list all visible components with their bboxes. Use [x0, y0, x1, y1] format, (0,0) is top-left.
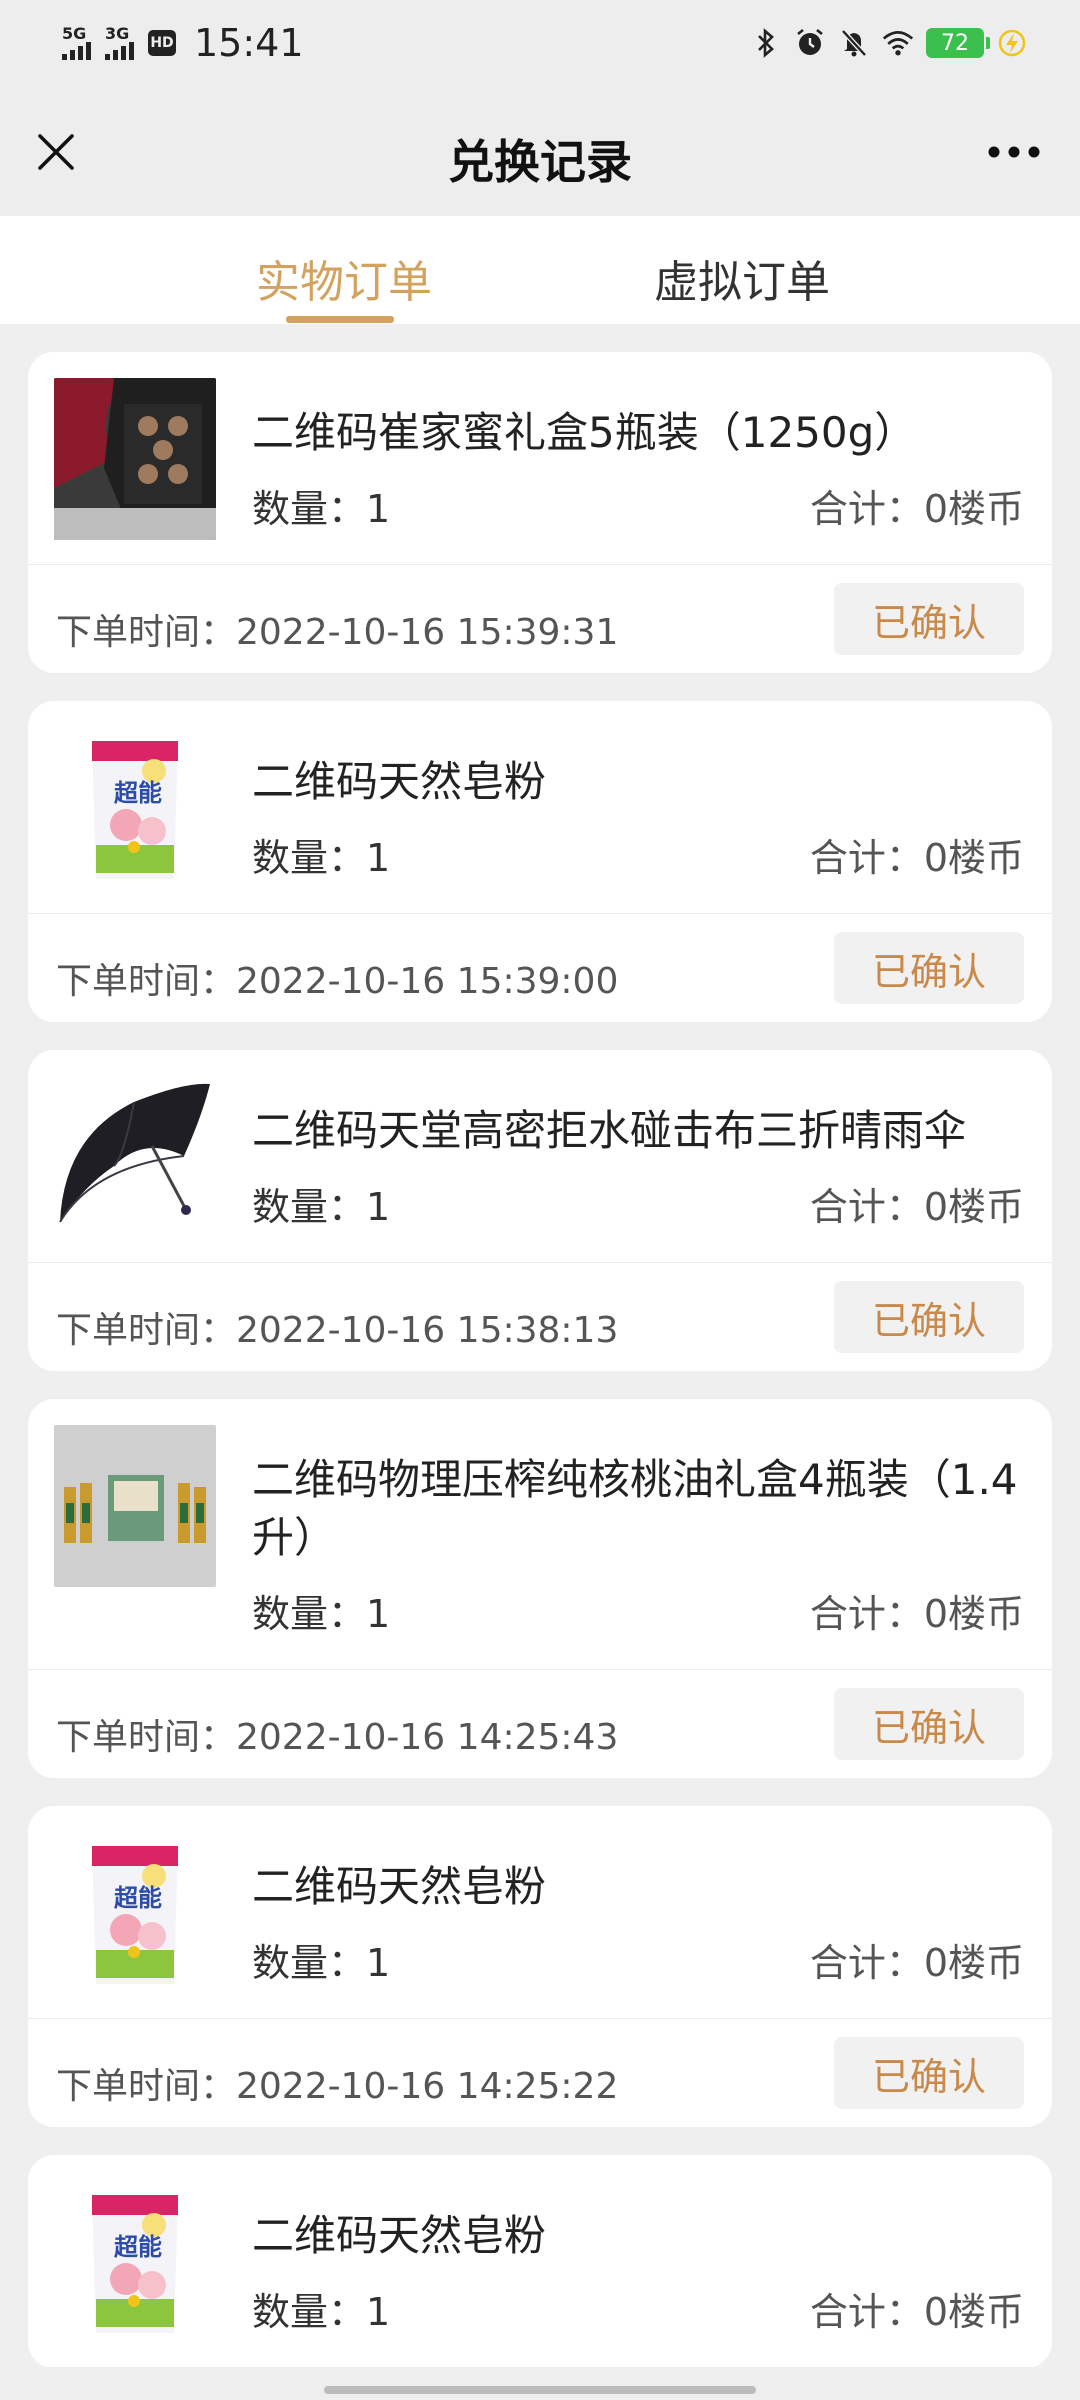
quantity: 数量：1 — [252, 487, 391, 531]
status-time: 15:41 — [194, 21, 304, 65]
page-title: 兑换记录 — [448, 135, 632, 189]
umbrella-image — [54, 1076, 216, 1238]
charging-icon — [996, 26, 1028, 60]
confirmed-button[interactable]: 已确认 — [834, 2037, 1024, 2109]
more-icon[interactable] — [976, 124, 1052, 180]
product-name: 二维码物理压榨纯核桃油礼盒4瓶装（1.4升） — [252, 1455, 1018, 1562]
honey-gift-box-image — [54, 378, 216, 540]
quantity: 数量：1 — [252, 2290, 391, 2334]
status-bar: 5G 3G HD 15:41 72 — [0, 0, 1080, 90]
order-card[interactable]: 二维码天堂高密拒水碰击布三折晴雨伞 数量：1 合计：0楼币 下单时间：2022-… — [28, 1050, 1052, 1371]
order-footer: 下单时间：2022-10-16 15:39:31 已确认 — [28, 565, 1052, 673]
wifi-icon — [882, 26, 914, 60]
walnut-oil-gift-box-image — [54, 1425, 216, 1587]
order-item: 超能 二维码天然皂粉 数量：1 合计：0楼币 — [28, 1806, 1052, 2019]
confirmed-button[interactable]: 已确认 — [834, 1281, 1024, 1353]
quantity: 数量：1 — [252, 1941, 391, 1985]
mute-icon — [838, 26, 870, 60]
order-card[interactable]: 超能 二维码天然皂粉 数量：1 合计：0楼币 下单时间：2022-10-16 1… — [28, 701, 1052, 1022]
total-price: 合计：0楼币 — [809, 836, 1024, 880]
order-footer: 下单时间：2022-10-16 14:25:22 已确认 — [28, 2019, 1052, 2127]
order-time: 下单时间：2022-10-16 15:38:13 — [56, 1310, 619, 1351]
svg-text:超能: 超能 — [114, 2233, 162, 2261]
order-item: 超能 二维码天然皂粉 数量：1 合计：0楼币 — [28, 2155, 1052, 2368]
confirmed-button[interactable]: 已确认 — [834, 1688, 1024, 1760]
order-time: 下单时间：2022-10-16 14:25:22 — [56, 2066, 619, 2107]
navbar: 兑换记录 — [0, 90, 1080, 216]
battery-icon: 72 — [926, 28, 990, 58]
total-price: 合计：0楼币 — [809, 1941, 1024, 1985]
order-footer: 下单时间：2022-10-16 15:39:00 已确认 — [28, 914, 1052, 1022]
order-item: 二维码天堂高密拒水碰击布三折晴雨伞 数量：1 合计：0楼币 — [28, 1050, 1052, 1263]
soap-powder-image: 超能 — [54, 1832, 216, 1994]
quantity: 数量：1 — [252, 1185, 391, 1229]
order-footer: 下单时间：2022-10-16 15:38:13 已确认 — [28, 1263, 1052, 1371]
soap-powder-image: 超能 — [54, 2181, 216, 2343]
hd-icon: HD — [148, 30, 176, 56]
confirmed-button[interactable]: 已确认 — [834, 932, 1024, 1004]
order-card[interactable]: 超能 二维码天然皂粉 数量：1 合计：0楼币 下单时间：2022-10-16 1… — [28, 1806, 1052, 2127]
total-price: 合计：0楼币 — [809, 2290, 1024, 2334]
bluetooth-icon — [750, 26, 782, 60]
confirmed-button[interactable]: 已确认 — [834, 583, 1024, 655]
order-card[interactable]: 二维码物理压榨纯核桃油礼盒4瓶装（1.4升） 数量：1 合计：0楼币 下单时间：… — [28, 1399, 1052, 1778]
total-price: 合计：0楼币 — [809, 1592, 1024, 1636]
svg-text:超能: 超能 — [114, 779, 162, 807]
product-name: 二维码天然皂粉 — [252, 1862, 547, 1911]
order-time: 下单时间：2022-10-16 14:25:43 — [56, 1717, 619, 1758]
soap-powder-image: 超能 — [54, 727, 216, 889]
order-item: 二维码物理压榨纯核桃油礼盒4瓶装（1.4升） 数量：1 合计：0楼币 — [28, 1399, 1052, 1670]
signal-label: 3G — [105, 24, 130, 43]
status-right: 72 — [750, 18, 1028, 68]
order-time: 下单时间：2022-10-16 15:39:00 — [56, 961, 619, 1002]
order-time: 下单时间：2022-10-16 15:39:31 — [56, 612, 619, 653]
alarm-icon — [794, 26, 826, 60]
product-name: 二维码天堂高密拒水碰击布三折晴雨伞 — [252, 1106, 967, 1155]
total-price: 合计：0楼币 — [809, 487, 1024, 531]
product-name: 二维码天然皂粉 — [252, 2211, 547, 2260]
active-tab-indicator — [286, 316, 394, 323]
signal-5g: 5G — [62, 26, 91, 60]
svg-text:超能: 超能 — [114, 1884, 162, 1912]
tab-virtual-orders[interactable]: 虚拟订单 — [654, 246, 830, 310]
order-footer: 下单时间：2022-10-16 14:25:43 已确认 — [28, 1670, 1052, 1778]
order-card[interactable]: 二维码崔家蜜礼盒5瓶装（1250g） 数量：1 合计：0楼币 下单时间：2022… — [28, 352, 1052, 673]
quantity: 数量：1 — [252, 1592, 391, 1636]
order-item: 二维码崔家蜜礼盒5瓶装（1250g） 数量：1 合计：0楼币 — [28, 352, 1052, 565]
home-indicator[interactable] — [324, 2386, 756, 2394]
product-name: 二维码崔家蜜礼盒5瓶装（1250g） — [252, 408, 917, 457]
order-card[interactable]: 超能 二维码天然皂粉 数量：1 合计：0楼币 — [28, 2155, 1052, 2368]
order-list: 二维码崔家蜜礼盒5瓶装（1250g） 数量：1 合计：0楼币 下单时间：2022… — [28, 352, 1052, 2396]
signal-bars-icon — [62, 42, 91, 60]
tab-physical-orders[interactable]: 实物订单 — [256, 246, 432, 310]
order-tabs: 实物订单 虚拟订单 — [0, 216, 1080, 324]
signal-label: 5G — [62, 24, 87, 43]
quantity: 数量：1 — [252, 836, 391, 880]
total-price: 合计：0楼币 — [809, 1185, 1024, 1229]
signal-3g: 3G — [105, 26, 134, 60]
order-item: 超能 二维码天然皂粉 数量：1 合计：0楼币 — [28, 701, 1052, 914]
signal-bars-icon — [105, 42, 134, 60]
status-left: 5G 3G HD 15:41 — [62, 18, 304, 68]
product-name: 二维码天然皂粉 — [252, 757, 547, 806]
